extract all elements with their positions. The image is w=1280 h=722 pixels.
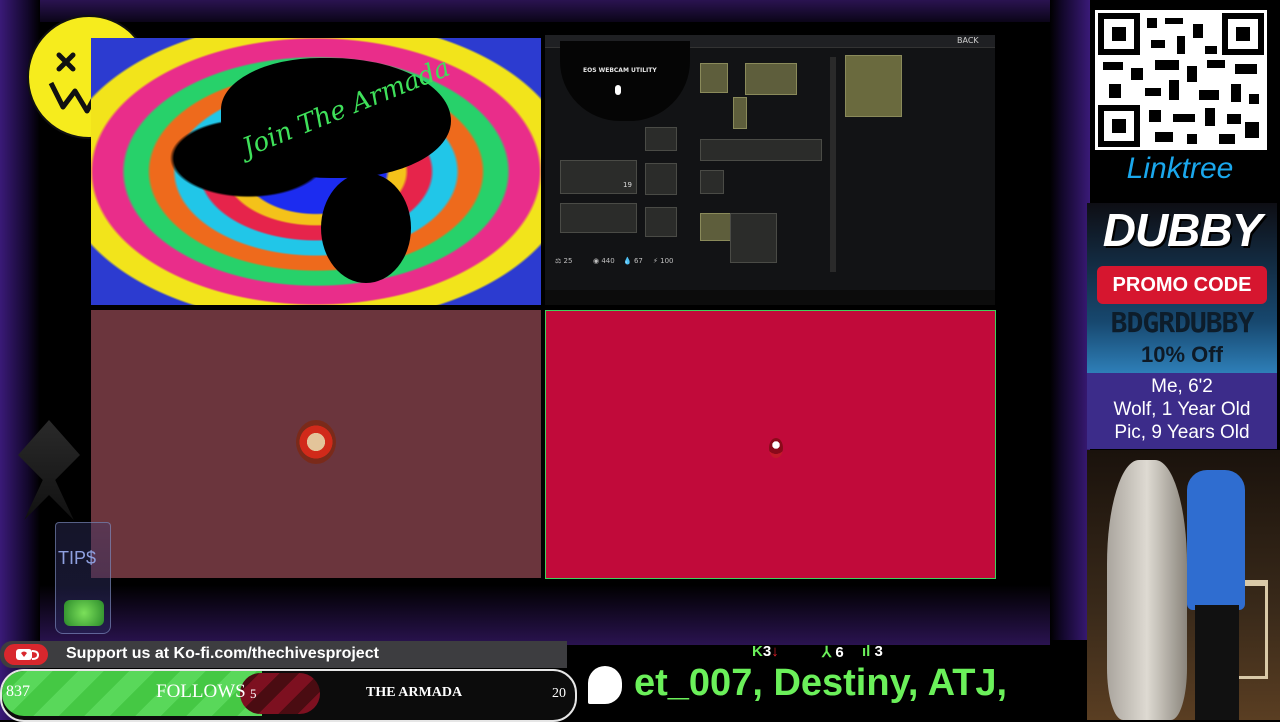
game-back-button[interactable]: BACK (957, 36, 979, 45)
promo-code-value: BDGRDUBBY (1110, 306, 1255, 339)
join-armada-banner: Join The Armada (91, 38, 541, 305)
promo-discount: 10% Off (1141, 342, 1223, 367)
game-capture: BACK EOS WEBCAM UTILITY 19 ⚖ 25 ◉ 440 💧 … (545, 35, 995, 305)
pet-line-me: Me, 6'2 (1151, 376, 1213, 397)
overlay-frame-top (0, 0, 1090, 22)
webcam-indicator-icon (615, 85, 621, 95)
kofi-support-text: Support us at Ko-fi.com/thechivesproject (66, 645, 379, 662)
skull-avatar-icon (296, 420, 336, 464)
rig-item[interactable] (700, 63, 728, 93)
goal-name: THE ARMADA (366, 685, 463, 700)
kills-icon: K (752, 643, 763, 660)
game-hotbar (545, 290, 995, 305)
armor-slot[interactable] (645, 163, 677, 195)
follow-count: 837 (6, 683, 30, 700)
goal-current: 5 (250, 686, 257, 701)
name-ticker: et_007, Destiny, ATJ, (634, 662, 1008, 704)
linktree-label[interactable]: Linktree (1090, 152, 1270, 186)
weapon-count: 19 (623, 181, 632, 189)
photo-person (1187, 470, 1245, 610)
pouch-item[interactable] (700, 213, 732, 241)
ammo-item[interactable] (733, 97, 747, 129)
magazine-items[interactable] (745, 63, 797, 95)
game-stat-weight: ⚖ 25 (555, 257, 573, 265)
money-icon (64, 600, 104, 626)
follow-label: FOLLOWS (156, 681, 246, 702)
webcam-placeholder (560, 41, 690, 121)
game-stat-money: ◉ 440 (593, 257, 615, 265)
pet-line-pic: Pic, 9 Years Old (1114, 422, 1250, 443)
kills-stat: K3↓ (752, 643, 779, 660)
helmet-slot[interactable] (645, 127, 677, 151)
down-arrow-icon: ↓ (771, 643, 779, 660)
goal-target: 20 (552, 686, 566, 701)
overlay-frame-right (1050, 0, 1090, 640)
game-stat-health: ⚡ 100 (653, 257, 674, 265)
person-icon: ⅄ (822, 644, 832, 661)
webcam-title: EOS WEBCAM UTILITY (583, 67, 657, 74)
pockets-grid[interactable] (700, 139, 822, 161)
qr-code[interactable] (1095, 10, 1267, 150)
tip-jar-label: TIP$ (58, 548, 97, 568)
backpack-slot[interactable] (700, 170, 724, 194)
armor-vest-item[interactable] (845, 55, 902, 117)
holster-slot[interactable] (645, 207, 677, 237)
photo-wolf (1107, 460, 1187, 720)
kofi-cup-icon (4, 644, 48, 665)
banner-skull-icon (321, 173, 411, 283)
pet-line-wolf: Wolf, 1 Year Old (1113, 399, 1251, 420)
photo-person-legs (1195, 605, 1239, 720)
chat-bubble-icon (588, 666, 622, 704)
overlay-frame-bottom (40, 585, 1050, 645)
pouch-grid[interactable] (730, 213, 777, 263)
dubby-logo: DUBBY (1102, 204, 1263, 256)
promo-code-badge: PROMO CODE (1097, 266, 1267, 304)
bars-icon: ıl (862, 643, 871, 660)
downs-stat: ⅄ 6 (822, 644, 844, 661)
wolf-photo (1087, 450, 1280, 720)
stash-scrollbar[interactable] (830, 57, 836, 272)
game-stat-water: 💧 67 (623, 257, 643, 265)
bars-stat: ıl 3 (862, 643, 883, 660)
eye-avatar-icon (769, 438, 783, 458)
secondary-weapon-slot[interactable] (560, 203, 637, 233)
